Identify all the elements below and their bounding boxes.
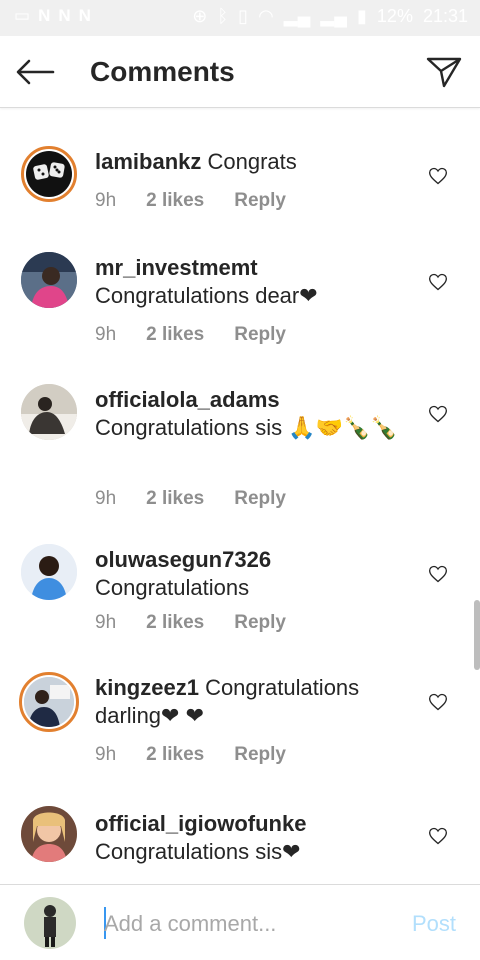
heart-outline-icon[interactable] [428,692,448,712]
avatar[interactable] [21,146,77,202]
likes-count[interactable]: 2 likes [146,190,204,212]
likes-count[interactable]: 2 likes [146,324,204,346]
reply-button[interactable]: Reply [234,190,286,212]
comment-username[interactable]: oluwasegun7326 [95,546,415,574]
avatar[interactable] [21,384,77,440]
comment-item: mr_investmemt Congratulations dear❤ 9h 2… [0,252,480,372]
clock: 21:31 [422,6,468,26]
comment-text: Congratulations [95,575,250,600]
heart-outline-icon[interactable] [428,564,448,584]
comment-meta: 9h 2 likes Reply [95,324,286,346]
comment-text-block: mr_investmemt Congratulations dear❤ [95,254,415,310]
notification-n-icon: N [38,6,51,25]
notification-n-icon: N [78,6,91,25]
comment-item: kingzeez1 Congratulations darling❤ ❤ 9h … [0,672,480,792]
avatar [24,897,76,949]
comment-time: 9h [95,324,117,345]
comment-username[interactable]: mr_investmemt [95,254,415,282]
reply-button[interactable]: Reply [234,324,286,346]
scrollbar[interactable] [474,600,480,670]
comment-item: oluwasegun7326 Congratulations 9h 2 like… [0,544,480,664]
arrow-left-icon [16,59,55,85]
comment-meta: 9h 2 likes Reply [95,488,286,510]
signal-icon: ▂▄ [320,6,348,26]
comments-list[interactable]: lamibankz Congrats 9h 2 likes Reply mr_i… [0,108,480,884]
comment-text-block: oluwasegun7326 Congratulations [95,546,415,602]
comment-username[interactable]: officialola_adams [95,386,415,414]
comment-text-block: lamibankz Congrats [95,148,415,176]
battery-percent: 12% [376,6,413,26]
reply-button[interactable]: Reply [234,744,286,766]
comment-username[interactable]: kingzeez1 [95,675,199,700]
avatar[interactable] [19,672,79,732]
likes-count[interactable]: 2 likes [146,612,204,634]
comment-item: official_igiowofunke Congratulations sis… [0,806,480,884]
data-saver-icon: ⊕ [192,6,208,26]
heart-outline-icon[interactable] [428,272,448,292]
comment-time: 9h [95,612,117,633]
heart-outline-icon[interactable] [428,404,448,424]
comment-item: officialola_adams Congratulations sis 🙏🤝… [0,384,480,544]
vibrate-icon: ▯ [238,6,249,26]
comment-username[interactable]: lamibankz [95,149,201,174]
reply-button[interactable]: Reply [234,488,286,510]
avatar[interactable] [21,544,77,600]
comment-meta: 9h 2 likes Reply [95,190,286,212]
dice-avatar-icon [33,162,65,180]
comment-time: 9h [95,744,117,765]
message-icon: ▭ [14,6,31,25]
bluetooth-icon: ᛒ [217,6,229,26]
comment-text-block: kingzeez1 Congratulations darling❤ ❤ [95,674,415,730]
comment-item: lamibankz Congrats 9h 2 likes Reply [0,146,480,256]
signal-icon: ▂▄ [283,6,311,26]
comment-username[interactable]: official_igiowofunke [95,810,415,838]
system-icons: ⊕ ᛒ ▯ ◠ ▂▄ ▂▄ ▮ 12% 21:31 [192,6,468,27]
comment-time: 9h [95,488,117,509]
likes-count[interactable]: 2 likes [146,488,204,510]
person-photo-icon [21,384,77,440]
comment-meta: 9h 2 likes Reply [95,612,286,634]
person-photo-icon [21,544,77,600]
comment-text: Congratulations sis 🙏🤝🍾🍾 [95,415,398,440]
post-button[interactable]: Post [412,911,456,937]
share-button[interactable] [424,52,464,92]
reply-button[interactable]: Reply [234,612,286,634]
comment-text-block: official_igiowofunke Congratulations sis… [95,810,415,866]
likes-count[interactable]: 2 likes [146,744,204,766]
page-title: Comments [90,56,235,87]
comment-text: Congratulations dear❤ [95,283,318,308]
avatar[interactable] [21,252,77,308]
heart-outline-icon[interactable] [428,166,448,186]
comment-text: Congrats [207,149,297,174]
comment-input[interactable] [104,907,394,941]
notification-icons: ▭ N N N [14,6,91,26]
comment-composer: Post [0,884,480,960]
status-bar: ▭ N N N ⊕ ᛒ ▯ ◠ ▂▄ ▂▄ ▮ 12% 21:31 [0,0,480,36]
person-photo-icon [24,897,76,949]
comment-text: Congratulations sis❤ [95,839,301,864]
wifi-icon: ◠ [258,6,274,26]
person-photo-icon [24,677,74,727]
heart-outline-icon[interactable] [428,826,448,846]
paper-plane-icon [426,57,462,88]
header: Comments [0,36,480,108]
back-button[interactable] [14,52,56,92]
avatar[interactable] [21,806,77,862]
battery-icon: ▮ [357,6,367,26]
notification-n-icon: N [58,6,71,25]
comment-text-block: officialola_adams Congratulations sis 🙏🤝… [95,386,415,442]
person-photo-icon [21,806,77,862]
comment-meta: 9h 2 likes Reply [95,744,286,766]
person-photo-icon [21,252,77,308]
comment-time: 9h [95,190,117,211]
